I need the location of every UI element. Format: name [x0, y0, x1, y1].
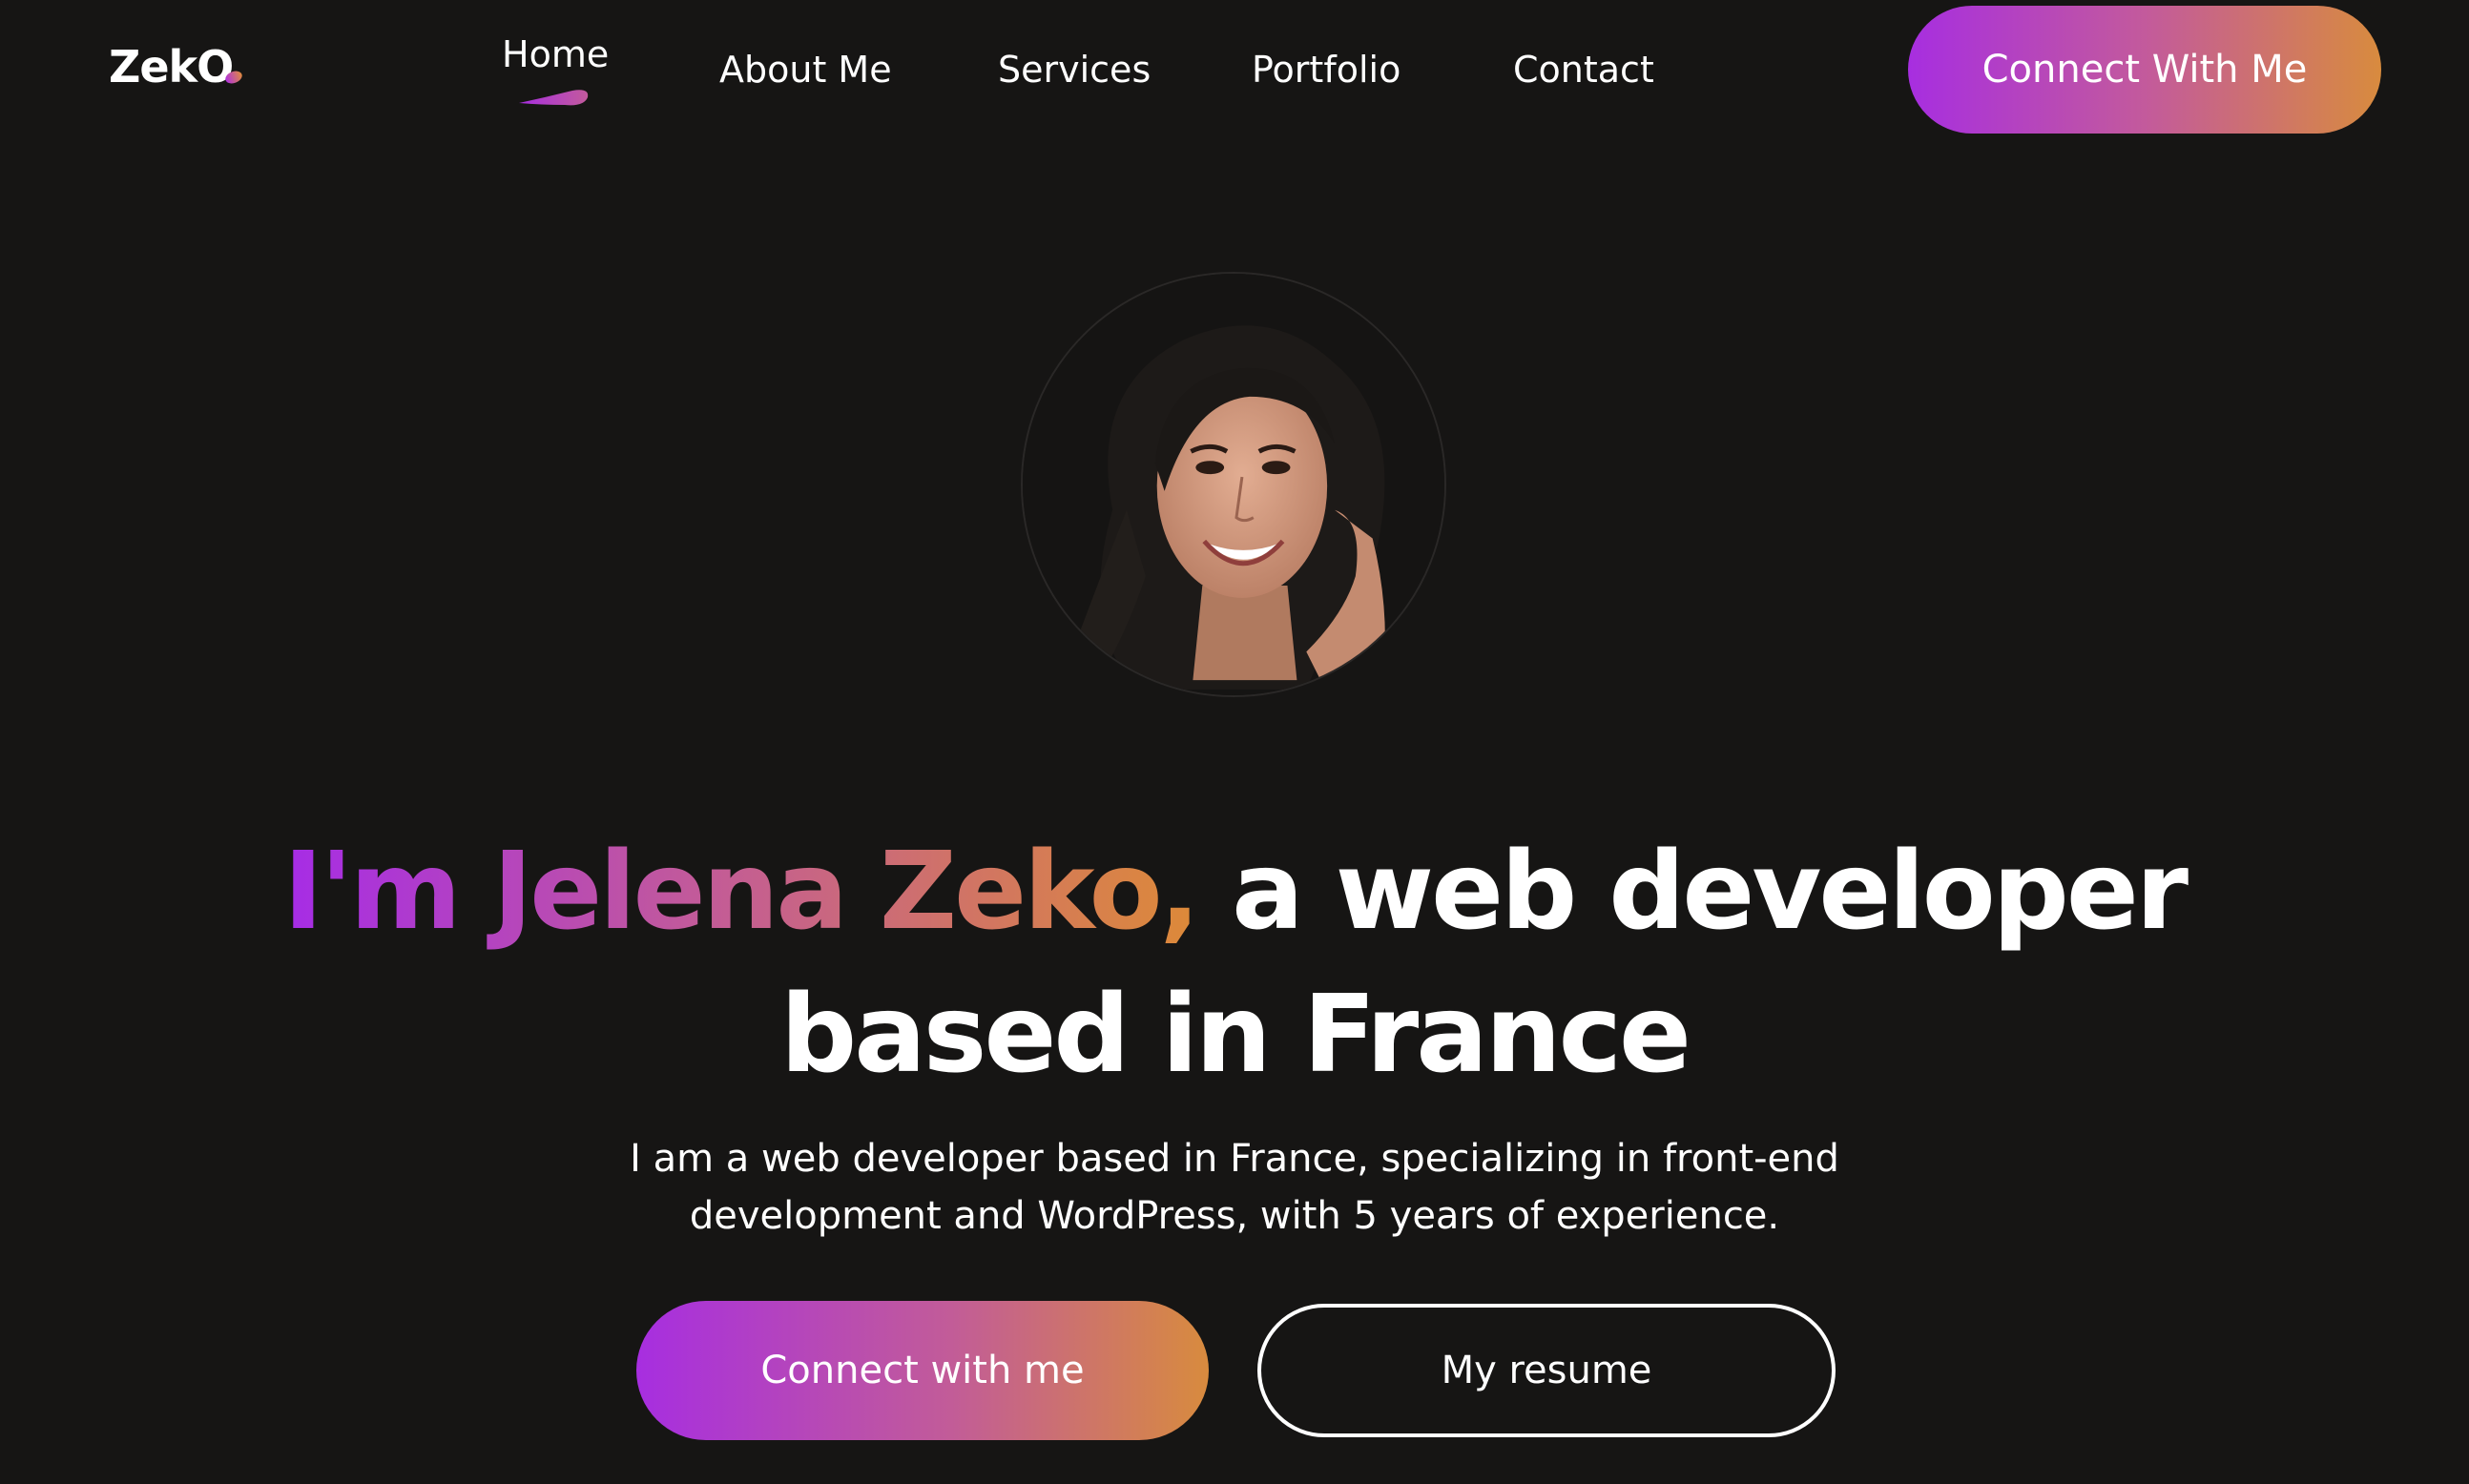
logo-text: ZekO — [109, 41, 234, 93]
hero-intro-text: I am a web developer based in France, sp… — [0, 1130, 2469, 1245]
intro-line-2: development and WordPress, with 5 years … — [689, 1194, 1780, 1238]
nav-item-services[interactable]: Services — [998, 46, 1151, 93]
profile-photo-illustration — [1023, 274, 1444, 695]
connect-with-me-button[interactable]: Connect with me — [636, 1301, 1209, 1440]
nav-item-contact[interactable]: Contact — [1513, 46, 1654, 93]
portfolio-page: ZekO Home About Me Services Portfolio Co… — [0, 0, 2469, 1484]
profile-photo — [1021, 272, 1446, 697]
hero-headline-line2: based in France — [780, 973, 1691, 1097]
hero-name-highlight: I'm Jelena Zeko, — [282, 830, 1200, 954]
connect-with-me-header-button[interactable]: Connect With Me — [1908, 6, 2381, 134]
hero-headline-rest: a web developer — [1232, 830, 2189, 954]
nav-item-home[interactable]: Home — [502, 31, 609, 78]
brand-logo[interactable]: ZekO — [109, 38, 244, 95]
nav-item-about-me[interactable]: About Me — [719, 46, 892, 93]
hero-headline-line1: I'm Jelena Zeko, a web developer — [0, 820, 2469, 963]
intro-line-1: I am a web developer based in France, sp… — [630, 1137, 1839, 1181]
nav-item-portfolio[interactable]: Portfolio — [1252, 46, 1400, 93]
my-resume-button[interactable]: My resume — [1257, 1304, 1836, 1437]
active-nav-indicator — [519, 90, 589, 106]
